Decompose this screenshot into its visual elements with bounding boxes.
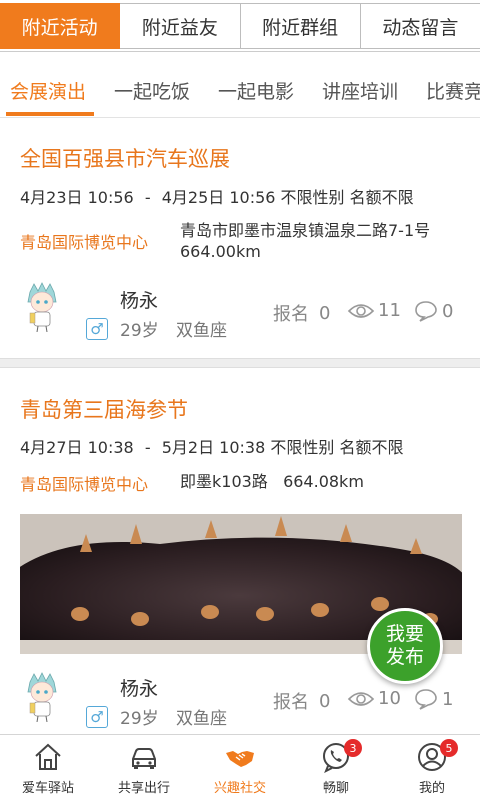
nav-label: 共享出行 (117, 781, 170, 796)
male-icon: ♂ (86, 706, 108, 728)
category-exhibitions[interactable]: 会展演出 (10, 77, 86, 104)
publish-label-line1: 我要 (385, 623, 424, 645)
male-icon: ♂ (86, 318, 108, 340)
event-address: 青岛市即墨市温泉镇温泉二路7-1号 664.00km (180, 220, 470, 262)
comment-icon (415, 301, 437, 322)
avatar[interactable] (22, 282, 62, 332)
event-venue[interactable]: 青岛国际博览中心 (20, 471, 148, 495)
nav-profile[interactable]: 我的 5 (384, 735, 480, 800)
comment-icon (415, 689, 437, 710)
car-icon (132, 748, 156, 769)
tab-nearby-friends[interactable]: 附近益友 (120, 3, 241, 49)
eye-icon (347, 691, 375, 706)
category-bar: 会展演出 一起吃饭 一起电影 讲座培训 比赛竞 (0, 60, 480, 118)
comments-count: 0 (442, 300, 454, 322)
event-title[interactable]: 全国百强县市汽车巡展 (20, 143, 230, 173)
event-end-rules: 4月25日 10:56 不限性别 名额不限 (161, 188, 414, 207)
nav-interest-social[interactable]: 兴趣社交 (192, 735, 288, 800)
card-divider (0, 358, 480, 368)
handshake-icon (226, 751, 254, 767)
event-address: 即墨k103路 664.08km (180, 472, 364, 491)
profile-badge: 5 (440, 739, 458, 757)
category-active-indicator (6, 112, 94, 116)
comments-count: 1 (442, 688, 454, 710)
tab-nearby-activities[interactable]: 附近活动 (0, 3, 121, 49)
signup-stat: 报名 0 (273, 688, 330, 714)
views-stat: 10 (347, 688, 401, 709)
user-name[interactable]: 杨永 (120, 674, 158, 701)
event-venue[interactable]: 青岛国际博览中心 (20, 229, 148, 253)
nav-label: 我的 (418, 781, 445, 796)
nav-label: 爱车驿站 (21, 781, 74, 796)
avatar[interactable] (22, 672, 62, 722)
views-count: 10 (378, 688, 401, 709)
publish-button[interactable]: 我要 发布 (367, 608, 443, 684)
event-end-rules: 5月2日 10:38 不限性别 名额不限 (161, 438, 404, 457)
category-lectures[interactable]: 讲座培训 (322, 77, 398, 104)
eye-icon (347, 303, 375, 318)
comments-stat[interactable]: 0 (414, 300, 453, 322)
signup-label: 报名 (273, 304, 309, 325)
event-title[interactable]: 青岛第三届海参节 (20, 394, 188, 424)
category-movies[interactable]: 一起电影 (218, 77, 294, 104)
signup-count: 0 (319, 690, 331, 712)
home-icon (35, 743, 61, 770)
event-start: 4月27日 10:38 (20, 438, 134, 457)
address-line: 青岛市即墨市温泉镇温泉二路7-1号 (180, 221, 431, 240)
time-separator: - (144, 188, 151, 207)
views-count: 11 (378, 300, 401, 321)
event-time: 4月23日 10:56 - 4月25日 10:56 不限性别 名额不限 (20, 184, 414, 208)
top-tab-bar: 附近活动 附近益友 附近群组 动态留言 (0, 0, 480, 52)
views-stat: 11 (347, 300, 401, 321)
distance: 664.00km (180, 242, 261, 261)
user-age: 29岁 (120, 709, 159, 729)
time-separator: - (144, 438, 151, 457)
chat-badge: 3 (344, 739, 362, 757)
signup-stat: 报名 0 (273, 300, 330, 326)
event-card[interactable]: 全国百强县市汽车巡展 4月23日 10:56 - 4月25日 10:56 不限性… (0, 122, 480, 358)
event-start: 4月23日 10:56 (20, 188, 134, 207)
nav-chat[interactable]: 畅聊 3 (288, 735, 384, 800)
signup-count: 0 (319, 302, 331, 324)
tab-nearby-groups[interactable]: 附近群组 (240, 3, 361, 49)
nav-shared-travel[interactable]: 共享出行 (96, 735, 192, 800)
nav-label: 兴趣社交 (213, 781, 266, 796)
category-competitions[interactable]: 比赛竞 (426, 77, 480, 104)
nav-label: 畅聊 (322, 781, 349, 796)
nav-car-station[interactable]: 爱车驿站 (0, 735, 96, 800)
publish-label-line2: 发布 (385, 646, 424, 668)
user-zodiac: 双鱼座 (176, 321, 227, 341)
user-name[interactable]: 杨永 (120, 286, 158, 313)
category-dining[interactable]: 一起吃饭 (114, 77, 190, 104)
user-zodiac: 双鱼座 (176, 709, 227, 729)
bottom-nav: 爱车驿站 共享出行 兴趣社交 畅聊 3 我的 5 (0, 734, 480, 800)
user-age: 29岁 (120, 321, 159, 341)
event-time: 4月27日 10:38 - 5月2日 10:38 不限性别 名额不限 (20, 434, 403, 458)
tab-messages[interactable]: 动态留言 (360, 3, 480, 49)
comments-stat[interactable]: 1 (414, 688, 453, 710)
signup-label: 报名 (273, 692, 309, 713)
